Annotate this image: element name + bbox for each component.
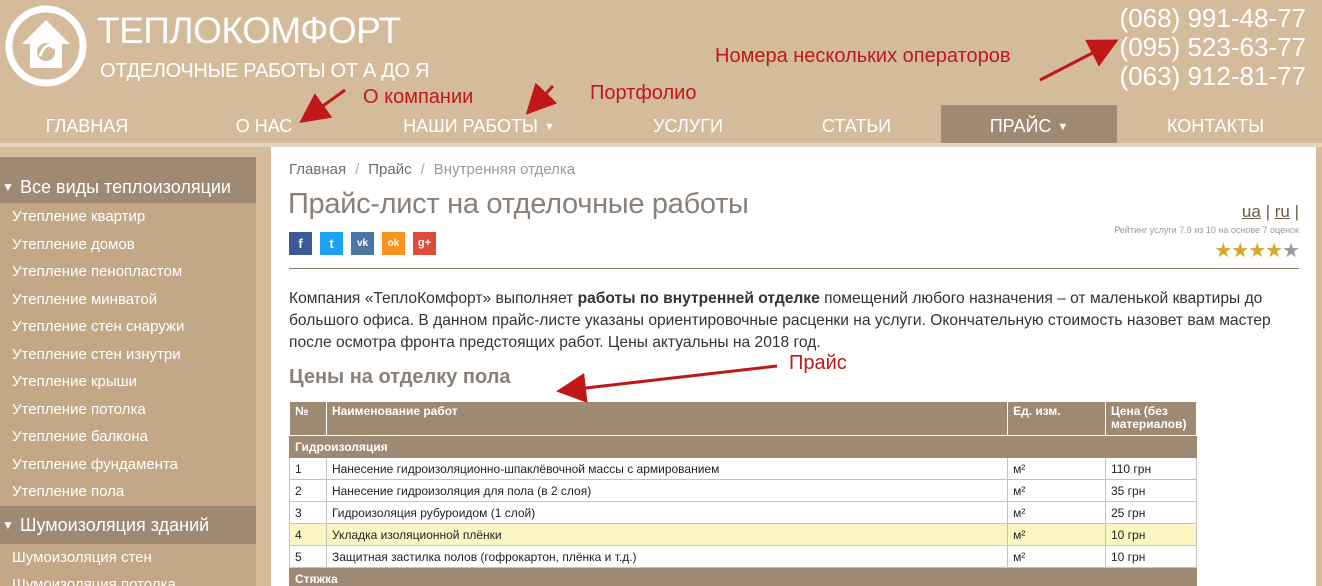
phone-number[interactable]: (068) 991-48-77 xyxy=(1120,4,1306,33)
table-header-row: № Наименование работ Ед. изм. Цена (без … xyxy=(289,401,1198,436)
sidebar-item[interactable]: Утепление балкона xyxy=(0,423,256,451)
nav-item-home[interactable]: ГЛАВНАЯ xyxy=(0,105,174,143)
annotation-price: Прайс xyxy=(789,352,847,374)
nav-item-our-works[interactable]: НАШИ РАБОТЫ ▼ xyxy=(354,105,604,143)
lang-separator: | xyxy=(1294,202,1299,221)
triangle-down-icon: ▼ xyxy=(2,517,14,532)
facebook-icon[interactable]: f xyxy=(289,232,312,255)
table-group-row: Гидроизоляция xyxy=(289,435,1197,458)
star-icon[interactable]: ★ xyxy=(1282,240,1300,262)
sidebar-item[interactable]: Утепление пенопластом xyxy=(0,258,256,286)
sidebar-item[interactable]: Утепление фундамента xyxy=(0,451,256,479)
sidebar-group-soundproofing[interactable]: ▼ Шумоизоляция зданий xyxy=(0,505,256,544)
table-header: Цена (без материалов) xyxy=(1104,401,1198,436)
header-divider xyxy=(289,268,1299,269)
nav-item-price[interactable]: ПРАЙС ▼ xyxy=(941,105,1117,143)
logo-subtitle: ОТДЕЛОЧНЫЕ РАБОТЫ ОТ А ДО Я xyxy=(100,60,430,82)
star-icon[interactable]: ★ xyxy=(1214,240,1232,262)
rating-text: Рейтинг услуги 7.9 из 10 на основе 7 оце… xyxy=(1114,225,1299,235)
sidebar-item[interactable]: Утепление стен изнутри xyxy=(0,341,256,369)
table-row: 5 Защитная застилка полов (гофрокартон, п… xyxy=(289,545,1198,568)
vk-icon[interactable]: vk xyxy=(351,232,374,255)
google-plus-icon[interactable]: g+ xyxy=(413,232,436,255)
nav-item-about[interactable]: О НАС xyxy=(174,105,354,143)
breadcrumb: Главная / Прайс / Внутренняя отделка xyxy=(289,161,575,178)
twitter-icon[interactable]: t xyxy=(320,232,343,255)
star-icon[interactable]: ★ xyxy=(1231,240,1249,262)
table-row-highlighted: 4 Укладка изоляционной плёнки м² 10 грн xyxy=(289,523,1198,546)
price-table: № Наименование работ Ед. изм. Цена (без … xyxy=(289,401,1198,586)
annotation-operators: Номера нескольких операторов xyxy=(715,45,1011,67)
table-header: Ед. изм. xyxy=(1007,401,1106,436)
lang-separator: | xyxy=(1265,202,1270,221)
table-row: 1 Нанесение гидроизоляционно-шпаклёвочной… xyxy=(289,457,1198,480)
phone-number[interactable]: (095) 523-63-77 xyxy=(1120,33,1306,62)
logo-icon[interactable] xyxy=(4,4,88,88)
breadcrumb-current: Внутренняя отделка xyxy=(433,161,576,178)
logo-title[interactable]: ТЕПЛОКОМФОРТ xyxy=(97,10,401,52)
star-icon[interactable]: ★ xyxy=(1265,240,1283,262)
table-row: 2 Нанесение гидроизоляция для пола (в 2 с… xyxy=(289,479,1198,502)
breadcrumb-link[interactable]: Главная xyxy=(289,161,346,178)
sidebar-item[interactable]: Утепление крыши xyxy=(0,368,256,396)
rating-stars[interactable]: ★★★★★ xyxy=(1214,238,1300,263)
table-header: Наименование работ xyxy=(325,401,1009,436)
lang-ru-link[interactable]: ru xyxy=(1275,202,1290,221)
table-header: № xyxy=(289,401,327,436)
sidebar-item[interactable]: Утепление квартир xyxy=(0,203,256,231)
nav-item-contacts[interactable]: КОНТАКТЫ xyxy=(1117,105,1314,143)
caret-down-icon: ▼ xyxy=(1057,121,1069,133)
sidebar-item[interactable]: Шумоизоляция стен xyxy=(0,544,256,572)
sidebar-item[interactable]: Утепление минватой xyxy=(0,286,256,314)
sidebar-item[interactable]: Утепление потолка xyxy=(0,396,256,424)
lang-ua-link[interactable]: ua xyxy=(1242,202,1261,221)
caret-down-icon: ▼ xyxy=(543,121,555,133)
nav-item-services[interactable]: УСЛУГИ xyxy=(604,105,772,143)
social-share: f t vk ok g+ xyxy=(289,232,436,255)
section-title: Цены на отделку пола xyxy=(289,366,511,388)
annotation-portfolio: Портфолио xyxy=(590,82,697,104)
sidebar-group-insulation[interactable]: ▼ Все виды теплоизоляции xyxy=(0,157,256,203)
sidebar: ▼ Все виды теплоизоляции Утепление кварт… xyxy=(0,157,256,586)
odnoklassniki-icon[interactable]: ok xyxy=(382,232,405,255)
sidebar-item[interactable]: Шумоизоляция потолка xyxy=(0,571,256,586)
annotation-about: О компании xyxy=(363,86,474,108)
sidebar-item[interactable]: Утепление стен снаружи xyxy=(0,313,256,341)
breadcrumb-link[interactable]: Прайс xyxy=(368,161,411,178)
sidebar-item[interactable]: Утепление пола xyxy=(0,478,256,506)
breadcrumb-separator: / xyxy=(420,161,425,178)
breadcrumb-separator: / xyxy=(355,161,360,178)
intro-paragraph: Компания «ТеплоКомфорт» выполняет работы… xyxy=(289,290,1271,351)
phone-list: (068) 991-48-77 (095) 523-63-77 (063) 91… xyxy=(1120,4,1306,91)
page-title: Прайс-лист на отделочные работы xyxy=(288,188,749,220)
intro-highlight: работы по внутренней отделке xyxy=(577,290,820,307)
nav-item-articles[interactable]: СТАТЬИ xyxy=(772,105,941,143)
sidebar-item[interactable]: Утепление домов xyxy=(0,231,256,259)
table-group-row: Стяжка xyxy=(289,567,1197,586)
main-nav: ГЛАВНАЯ О НАС НАШИ РАБОТЫ ▼ УСЛУГИ СТАТЬИ… xyxy=(0,105,1322,143)
language-switcher: ua | ru | xyxy=(1242,202,1299,222)
star-icon[interactable]: ★ xyxy=(1248,240,1266,262)
phone-number[interactable]: (063) 912-81-77 xyxy=(1120,62,1306,91)
table-row: 3 Гидроизоляция рубуроидом (1 слой) м² 25 г… xyxy=(289,501,1198,524)
triangle-down-icon: ▼ xyxy=(2,180,14,194)
